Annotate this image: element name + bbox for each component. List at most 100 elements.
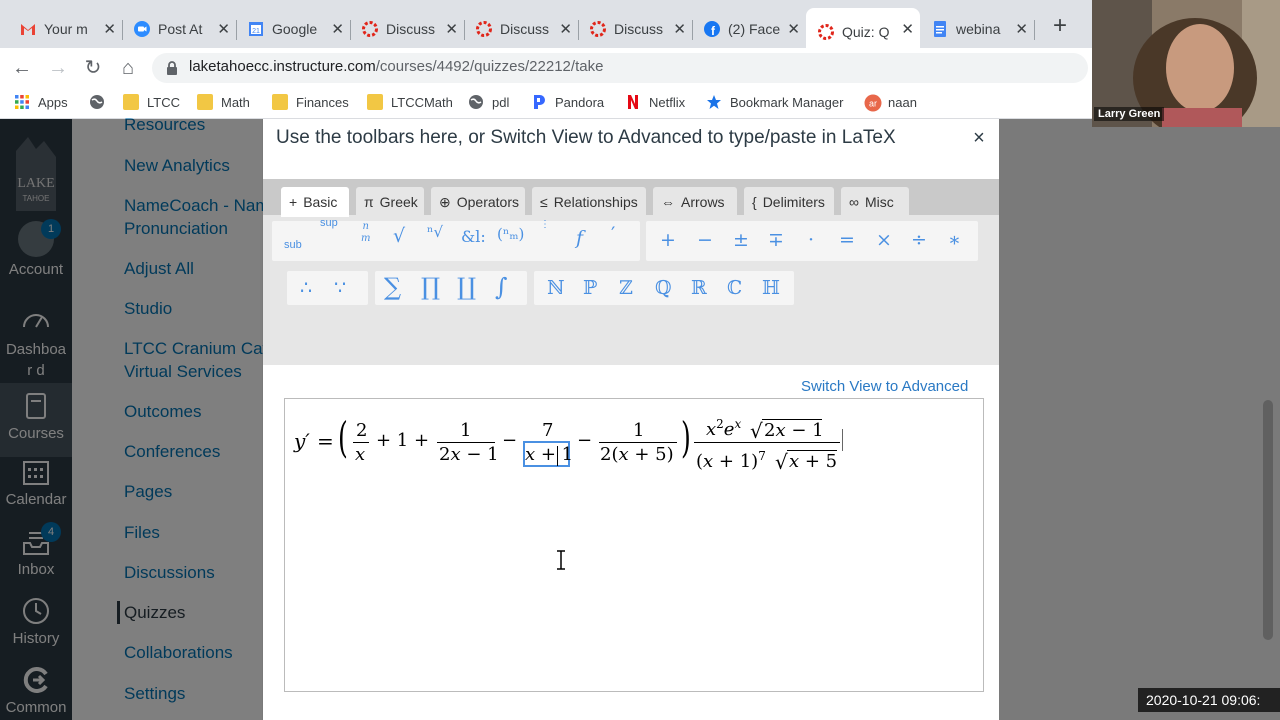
tab-delimiters[interactable]: {Delimiters: [744, 187, 834, 217]
structure-button-group: sub sup nm √ ⁿ√ &l: (ⁿₘ) ⋮ f ′: [272, 217, 640, 261]
folder-icon: [123, 94, 139, 110]
svg-text:21: 21: [252, 28, 260, 35]
math-denominator: 2x − 1: [439, 444, 499, 465]
tab-operators[interactable]: ⊕ Operators: [431, 187, 525, 217]
bookmark-naan[interactable]: ar naan: [864, 94, 917, 112]
browser-tab[interactable]: Discuss ✕: [578, 8, 693, 50]
browser-tab[interactable]: webina ✕: [920, 8, 1035, 50]
editor-section: Switch View to Advanced y′ = ( 2 x + 1 +…: [263, 365, 999, 720]
reload-button[interactable]: ↻: [81, 56, 105, 80]
bookmark-globe[interactable]: [89, 94, 113, 110]
superscript-button[interactable]: sup: [320, 217, 338, 229]
plus-minus-button[interactable]: ±: [733, 229, 749, 251]
address-bar[interactable]: laketahoecc.instructure.com/courses/4492…: [152, 53, 1088, 83]
browser-tab[interactable]: Post At ✕: [122, 8, 237, 50]
url-text: laketahoecc.instructure.com/courses/4492…: [189, 58, 603, 75]
vertical-dots-button[interactable]: ⋮: [540, 220, 550, 230]
math-denominator: 2(x + 5): [600, 444, 674, 465]
close-icon[interactable]: ✕: [1015, 20, 1028, 38]
bookmark-label: LTCC: [147, 94, 180, 110]
function-button[interactable]: f: [576, 227, 583, 249]
quaternions-button[interactable]: ℍ: [762, 277, 780, 299]
folder-icon: [272, 94, 288, 110]
complex-button[interactable]: ℂ: [727, 277, 742, 299]
close-icon[interactable]: ✕: [103, 20, 116, 38]
home-button[interactable]: ⌂: [116, 56, 140, 80]
minus-plus-button[interactable]: ∓: [768, 229, 784, 251]
close-icon[interactable]: ✕: [217, 20, 230, 38]
close-icon[interactable]: ✕: [331, 20, 344, 38]
bookmark-label: Netflix: [649, 94, 686, 110]
bookmark-manager[interactable]: Bookmark Manager: [706, 94, 843, 110]
equals-button[interactable]: =: [839, 229, 855, 251]
gmail-icon: [20, 21, 36, 37]
back-button[interactable]: ←: [10, 56, 34, 80]
forward-button[interactable]: →: [46, 56, 70, 80]
dot-button[interactable]: ·: [808, 229, 814, 251]
sum-button[interactable]: ∑: [384, 273, 401, 301]
subscript-button[interactable]: sub: [284, 239, 302, 251]
bookmark-label: LTCCMath: [391, 94, 453, 110]
url-path: /courses/4492/quizzes/22212/take: [375, 58, 604, 75]
ampersand-button[interactable]: &l:: [461, 227, 486, 246]
tab-greek[interactable]: π Greek: [356, 187, 424, 217]
prime-button[interactable]: ′: [611, 223, 615, 245]
new-tab-button[interactable]: +: [1046, 12, 1074, 40]
tab-relationships[interactable]: ≤ Relationships: [532, 187, 646, 217]
close-icon[interactable]: ✕: [445, 20, 458, 38]
reals-button[interactable]: ℝ: [691, 277, 707, 299]
bookmark-folder[interactable]: LTCC: [123, 94, 180, 110]
fraction-button[interactable]: nm: [361, 221, 370, 245]
coproduct-button[interactable]: ∐: [457, 273, 476, 301]
bookmark-apps[interactable]: Apps: [14, 94, 68, 110]
math-editor-field[interactable]: y′ = ( 2 x + 1 + 1 2x − 1 − 7 x + 1 − 1 …: [284, 398, 984, 692]
integers-button[interactable]: ℤ: [619, 277, 633, 299]
browser-tab[interactable]: f (2) Face ✕: [692, 8, 807, 50]
divide-button[interactable]: ÷: [911, 229, 927, 251]
primes-button[interactable]: ℙ: [583, 277, 597, 299]
bookmark-pandora[interactable]: Pandora: [531, 94, 604, 110]
sqrt-button[interactable]: √: [393, 225, 405, 247]
plus-button[interactable]: +: [660, 229, 676, 251]
browser-tab[interactable]: Discuss ✕: [350, 8, 465, 50]
url-host: laketahoecc.instructure.com: [189, 58, 376, 75]
brace-icon: {: [752, 194, 757, 210]
svg-text:ar: ar: [869, 99, 877, 109]
therefore-button[interactable]: ∴: [300, 277, 312, 299]
canvas-icon: [590, 21, 606, 37]
bookmark-pdl[interactable]: pdl: [468, 94, 509, 110]
minus-button[interactable]: −: [697, 229, 713, 251]
integral-button[interactable]: ∫: [495, 273, 508, 301]
times-button[interactable]: ×: [876, 229, 892, 251]
browser-tab[interactable]: Your m ✕: [0, 8, 123, 50]
tab-misc[interactable]: ∞ Misc: [841, 187, 909, 217]
tab-arrows[interactable]: ⇔ Arrows: [653, 187, 737, 217]
bookmark-folder[interactable]: LTCCMath: [367, 94, 453, 110]
bookmark-folder[interactable]: Math: [197, 94, 250, 110]
close-icon[interactable]: ✕: [787, 20, 800, 38]
close-button[interactable]: ×: [967, 127, 991, 150]
close-icon[interactable]: ✕: [673, 20, 686, 38]
nth-root-button[interactable]: ⁿ√: [427, 223, 443, 241]
netflix-icon: [625, 94, 641, 110]
globe-icon: [89, 94, 105, 110]
bookmark-netflix[interactable]: Netflix: [625, 94, 685, 110]
asterisk-button[interactable]: ∗: [948, 229, 961, 251]
product-button[interactable]: ∏: [421, 273, 440, 301]
binomial-button[interactable]: (ⁿₘ): [497, 225, 524, 243]
browser-tab[interactable]: Discuss ✕: [464, 8, 579, 50]
because-button[interactable]: ∵: [334, 277, 346, 299]
less-equal-icon: ≤: [540, 194, 548, 210]
bookmark-folder[interactable]: Finances: [272, 94, 349, 110]
switch-view-link[interactable]: Switch View to Advanced: [801, 378, 968, 395]
close-icon[interactable]: ✕: [901, 20, 914, 38]
close-icon[interactable]: ✕: [559, 20, 572, 38]
rationals-button[interactable]: ℚ: [655, 277, 672, 299]
folder-icon: [197, 94, 213, 110]
browser-tab[interactable]: 21 Google ✕: [236, 8, 351, 50]
math-plus-one: + 1 +: [376, 430, 430, 451]
naturals-button[interactable]: ℕ: [547, 277, 564, 299]
tab-basic[interactable]: + Basic: [281, 187, 349, 217]
math-fraction-bar: [599, 442, 677, 443]
math-radicand: x + 5: [789, 451, 838, 472]
